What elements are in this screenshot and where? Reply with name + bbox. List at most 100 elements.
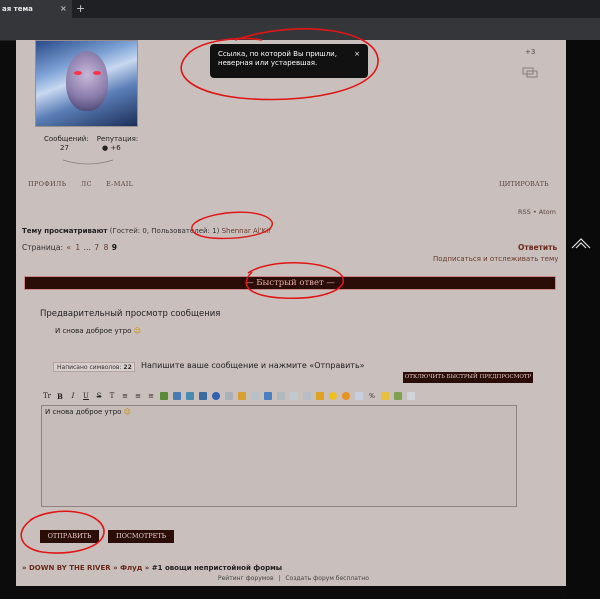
footer-sep: |: [278, 575, 281, 582]
upload-icon[interactable]: [211, 391, 221, 401]
align-center-icon[interactable]: ≡: [133, 391, 143, 401]
atom-link[interactable]: Atom: [539, 208, 556, 216]
messages-label: Сообщений:: [44, 135, 89, 143]
video-icon[interactable]: [185, 391, 195, 401]
post-rating: +3: [525, 48, 536, 56]
user-avatar[interactable]: [35, 40, 138, 127]
char-counter: Написано символов: 22: [53, 362, 135, 372]
viewers-info: (Гостей: 0, Пользователей: 1): [109, 227, 220, 235]
smile-icon: ☺: [133, 327, 141, 335]
footer: Рейтинг форумов | Создать форум бесплатн…: [218, 575, 369, 582]
char-counter-value: 22: [123, 364, 132, 371]
page-current: 9: [111, 243, 117, 252]
quote-link[interactable]: ЦИТИРОВАТЬ: [499, 180, 548, 188]
clear-format-button[interactable]: T: [107, 391, 117, 401]
percent-icon[interactable]: %: [367, 391, 377, 401]
chat-icon[interactable]: [522, 67, 538, 79]
list-icon[interactable]: [289, 391, 299, 401]
smile-icon: ☺: [123, 408, 131, 416]
breadcrumb-topic: #1 овощи непристойной формы: [151, 564, 283, 572]
strike-button[interactable]: S: [94, 391, 104, 401]
pagination-label: Страница:: [22, 243, 63, 252]
quote-icon[interactable]: [224, 391, 234, 401]
char-counter-label: Написано символов:: [57, 364, 122, 371]
page-link[interactable]: 8: [104, 243, 109, 252]
page-link[interactable]: 1: [75, 243, 80, 252]
message-textarea[interactable]: И снова доброе утро ☺: [41, 405, 517, 507]
side-panel: [566, 40, 600, 599]
align-right-icon[interactable]: ≡: [146, 391, 156, 401]
email-link[interactable]: E-MAIL: [106, 180, 133, 188]
breadcrumb: » DOWN BY THE RIVER » Флуд » #1 овощи не…: [22, 564, 282, 572]
code-icon[interactable]: [276, 391, 286, 401]
toggle-preview-button[interactable]: ОТКЛЮЧИТЬ БЫСТРЫЙ ПРЕДПРОСМОТР: [403, 372, 533, 383]
color-icon[interactable]: [315, 391, 325, 401]
underline-button[interactable]: U: [81, 391, 91, 401]
reputation-icon: ●: [102, 144, 109, 152]
pagination: Страница: « 1 … 7 8 9: [22, 243, 117, 252]
image-icon[interactable]: [172, 391, 182, 401]
table-icon[interactable]: [263, 391, 273, 401]
viewer-user-link[interactable]: Shennar Al'Kir: [222, 227, 272, 235]
preview-heading: Предварительный просмотр сообщения: [40, 309, 221, 319]
breadcrumb-sep: »: [113, 564, 118, 572]
messages-count: 27: [60, 144, 69, 152]
page-link[interactable]: 7: [94, 243, 99, 252]
scroll-up-icon[interactable]: [570, 236, 592, 252]
tooltip-line1: Ссылка, по которой Вы пришли,: [218, 50, 337, 58]
rating-link[interactable]: Рейтинг форумов: [218, 575, 273, 582]
subscribe-link[interactable]: Подписаться и отслеживать тему: [433, 255, 558, 263]
reputation-value: ● +6: [102, 144, 121, 152]
smile-icon[interactable]: [328, 391, 338, 401]
attach-icon[interactable]: [393, 391, 403, 401]
error-tooltip: Ссылка, по которой Вы пришли, неверная и…: [210, 44, 368, 78]
reputation-number: +6: [110, 144, 121, 152]
breadcrumb-section[interactable]: Флуд: [120, 564, 142, 572]
avatar-eye: [74, 71, 82, 75]
mail-icon[interactable]: [354, 391, 364, 401]
browser-tab-active[interactable]: ая тема ×: [0, 0, 72, 18]
create-forum-link[interactable]: Создать форум бесплатно: [285, 575, 369, 582]
font-button[interactable]: Tr: [42, 391, 52, 401]
topic-viewers: Тему просматривают (Гостей: 0, Пользоват…: [22, 227, 271, 235]
breadcrumb-sep: »: [22, 564, 27, 572]
link-icon[interactable]: [159, 391, 169, 401]
viewers-label: Тему просматривают: [22, 227, 108, 235]
send-button[interactable]: ОТПРАВИТЬ: [40, 530, 99, 543]
lock-icon[interactable]: [237, 391, 247, 401]
ornament-divider: [62, 159, 114, 165]
page-prev[interactable]: «: [66, 243, 71, 252]
settings-icon[interactable]: [406, 391, 416, 401]
pm-link[interactable]: ЛС: [81, 180, 92, 188]
avatar-face: [66, 51, 108, 111]
avatar-eye: [93, 71, 101, 75]
breadcrumb-forum[interactable]: DOWN BY THE RIVER: [29, 564, 111, 572]
tooltip-line2: неверная или устаревшая.: [218, 59, 318, 67]
folder-icon[interactable]: [380, 391, 390, 401]
page-ellipsis: …: [83, 243, 92, 252]
bold-button[interactable]: B: [55, 391, 65, 401]
preview-text: И снова доброе утро ☺: [55, 327, 141, 335]
quick-reply-title: — Быстрый ответ —: [245, 278, 335, 288]
post-links: ПРОФИЛЬ ЛС E-MAIL: [28, 180, 145, 188]
compose-hint: Напишите ваше сообщение и нажмите «Отпра…: [141, 361, 365, 370]
rss-link[interactable]: RSS: [518, 208, 531, 216]
editor-toolbar: Tr B I U S T ≡ ≡ ≡ %: [42, 389, 416, 403]
tooltip-close-icon[interactable]: ×: [354, 50, 360, 59]
new-tab-button[interactable]: +: [76, 0, 85, 18]
quick-reply-header: — Быстрый ответ —: [24, 276, 556, 290]
italic-button[interactable]: I: [68, 391, 78, 401]
tab-close-icon[interactable]: ×: [60, 0, 67, 18]
coins-icon[interactable]: [341, 391, 351, 401]
hr-icon[interactable]: [302, 391, 312, 401]
align-left-icon[interactable]: ≡: [120, 391, 130, 401]
breadcrumb-sep: »: [144, 564, 150, 572]
gallery-icon[interactable]: [198, 391, 208, 401]
spoiler-icon[interactable]: [250, 391, 260, 401]
preview-button[interactable]: ПОСМОТРЕТЬ: [108, 530, 174, 543]
feed-separator: •: [532, 208, 537, 216]
reply-link[interactable]: Ответить: [518, 243, 557, 252]
profile-link[interactable]: ПРОФИЛЬ: [28, 180, 66, 188]
browser-tab-bar: ая тема × +: [0, 0, 600, 18]
user-stats: Сообщений: Репутация: 27 ● +6: [44, 135, 144, 152]
